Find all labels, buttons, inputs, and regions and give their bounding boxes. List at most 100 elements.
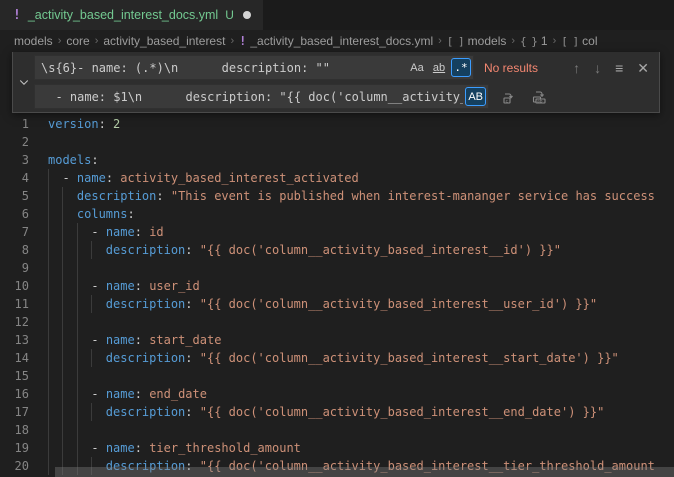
indent-guide-icon — [62, 223, 63, 241]
indent-guide-icon — [62, 241, 63, 259]
find-replace-widget: Aa ab .* No results ↑ ↓ ≡ ✕ AB — [12, 52, 660, 113]
line-number: 3 — [0, 151, 29, 169]
code-line[interactable]: 15 — [0, 367, 674, 385]
code-text: description: "{{ doc('column__activity_b… — [48, 403, 674, 421]
indent-guide-icon — [48, 169, 49, 187]
tab-activity-based-interest-docs[interactable]: ! _activity_based_interest_docs.yml U — [0, 0, 263, 30]
line-number: 15 — [0, 367, 29, 385]
code-text: description: "This event is published wh… — [48, 187, 674, 205]
breadcrumb-item-symbol-columns[interactable]: [ ] col — [561, 34, 597, 48]
indent-guide-icon — [77, 313, 78, 331]
breadcrumb-item-file[interactable]: ! _activity_based_interest_docs.yml — [239, 34, 433, 48]
indent-guide-icon — [62, 295, 63, 313]
code-line[interactable]: 6 columns: — [0, 205, 674, 223]
whole-word-toggle[interactable]: ab — [429, 58, 449, 77]
indent-guide-icon — [77, 421, 78, 439]
indent-guide-icon — [62, 313, 63, 331]
code-text — [48, 133, 674, 151]
indent-guide-icon — [91, 403, 92, 421]
code-text: - name: id — [48, 223, 674, 241]
indent-guide-icon — [48, 223, 49, 241]
code-text: - name: end_date — [48, 385, 674, 403]
code-line[interactable]: 17 description: "{{ doc('column__activit… — [0, 403, 674, 421]
yaml-file-icon: ! — [239, 34, 246, 48]
replace-input[interactable] — [41, 90, 463, 104]
code-line[interactable]: 12 — [0, 313, 674, 331]
code-editor[interactable]: 1version: 223models:4 - name: activity_b… — [0, 52, 674, 477]
replace-icon: c — [501, 89, 517, 105]
line-number: 20 — [0, 457, 29, 475]
breadcrumb-label: col — [582, 34, 597, 48]
code-line[interactable]: 4 - name: activity_based_interest_activa… — [0, 169, 674, 187]
breadcrumb-item-symbol-models[interactable]: [ ] models — [447, 34, 507, 48]
find-in-selection-button[interactable]: ≡ — [615, 61, 623, 75]
indent-guide-icon — [48, 205, 49, 223]
match-case-toggle[interactable]: Aa — [407, 58, 427, 77]
code-line[interactable]: 1version: 2 — [0, 115, 674, 133]
find-input[interactable] — [41, 61, 405, 75]
close-find-widget-button[interactable]: ✕ — [637, 61, 649, 75]
indent-guide-icon — [77, 277, 78, 295]
indent-guide-icon — [77, 331, 78, 349]
line-number: 16 — [0, 385, 29, 403]
indent-guide-icon — [77, 223, 78, 241]
code-text: columns: — [48, 205, 674, 223]
replace-all-icon: ab — [531, 89, 547, 105]
tab-filename: _activity_based_interest_docs.yml — [28, 8, 218, 22]
code-line[interactable]: 13 - name: start_date — [0, 331, 674, 349]
modified-dot-icon[interactable] — [243, 11, 251, 19]
replace-all-button[interactable]: ab — [531, 89, 547, 105]
line-number: 7 — [0, 223, 29, 241]
breadcrumb-separator: › — [438, 35, 442, 47]
breadcrumb: models › core › activity_based_interest … — [0, 30, 674, 52]
breadcrumb-separator: › — [95, 35, 99, 47]
code-line[interactable]: 5 description: "This event is published … — [0, 187, 674, 205]
code-line[interactable]: 16 - name: end_date — [0, 385, 674, 403]
replace-button[interactable]: c — [501, 89, 517, 105]
indent-guide-icon — [48, 295, 49, 313]
code-line[interactable]: 7 - name: id — [0, 223, 674, 241]
breadcrumb-label: core — [66, 34, 89, 48]
breadcrumb-item-symbol-1[interactable]: { } 1 — [520, 34, 548, 48]
find-results-count: No results — [484, 61, 538, 75]
object-symbol-icon: { } — [520, 35, 537, 48]
breadcrumb-item-models[interactable]: models — [14, 34, 53, 48]
horizontal-scrollbar — [48, 467, 674, 477]
yaml-file-icon: ! — [13, 8, 21, 23]
code-line[interactable]: 3models: — [0, 151, 674, 169]
code-line[interactable]: 9 — [0, 259, 674, 277]
breadcrumb-label: activity_based_interest — [103, 34, 225, 48]
line-number: 17 — [0, 403, 29, 421]
indent-guide-icon — [62, 349, 63, 367]
indent-guide-icon — [62, 277, 63, 295]
indent-guide-icon — [62, 205, 63, 223]
array-symbol-icon: [ ] — [447, 35, 464, 48]
code-line[interactable]: 14 description: "{{ doc('column__activit… — [0, 349, 674, 367]
line-number: 12 — [0, 313, 29, 331]
horizontal-scrollbar-slider[interactable] — [55, 467, 674, 477]
code-line[interactable]: 2 — [0, 133, 674, 151]
indent-guide-icon — [77, 367, 78, 385]
indent-guide-icon — [48, 403, 49, 421]
indent-guide-icon — [62, 367, 63, 385]
code-line[interactable]: 11 description: "{{ doc('column__activit… — [0, 295, 674, 313]
code-text: - name: activity_based_interest_activate… — [48, 169, 674, 187]
code-line[interactable]: 8 description: "{{ doc('column__activity… — [0, 241, 674, 259]
breadcrumb-separator: › — [230, 35, 234, 47]
code-line[interactable]: 10 - name: user_id — [0, 277, 674, 295]
previous-match-button[interactable]: ↑ — [573, 61, 580, 75]
chevron-down-icon — [18, 76, 30, 88]
breadcrumb-label: 1 — [541, 34, 548, 48]
breadcrumb-item-core[interactable]: core — [66, 34, 89, 48]
code-line[interactable]: 19 - name: tier_threshold_amount — [0, 439, 674, 457]
breadcrumb-item-activity-based-interest[interactable]: activity_based_interest — [103, 34, 225, 48]
indent-guide-icon — [48, 349, 49, 367]
breadcrumb-label: models — [468, 34, 507, 48]
indent-guide-icon — [91, 295, 92, 313]
indent-guide-icon — [48, 421, 49, 439]
code-line[interactable]: 18 — [0, 421, 674, 439]
next-match-button[interactable]: ↓ — [594, 61, 601, 75]
toggle-replace-chevron-button[interactable] — [13, 55, 34, 109]
preserve-case-toggle[interactable]: AB — [465, 87, 486, 106]
regex-toggle[interactable]: .* — [451, 58, 471, 77]
